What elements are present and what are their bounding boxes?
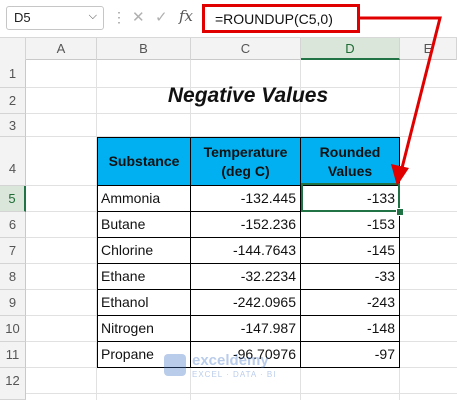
cell-temperature[interactable]: -242.0965	[190, 289, 301, 316]
column-header-c[interactable]: C	[191, 38, 301, 60]
cell-rounded[interactable]: -33	[300, 263, 400, 290]
watermark-logo: exceldemy EXCEL · DATA · BI	[164, 350, 284, 384]
header-temperature[interactable]: Temperature (deg C)	[190, 137, 301, 186]
grid-line	[26, 393, 457, 394]
column-header-a[interactable]: A	[26, 38, 97, 60]
cell-rounded[interactable]: -97	[300, 341, 400, 368]
insert-function-icon[interactable]: fx	[179, 7, 193, 25]
more-options-icon[interactable]: ⋮	[112, 9, 126, 26]
row-header-11[interactable]: 11	[0, 342, 26, 368]
column-header-b[interactable]: B	[97, 38, 191, 60]
cell-rounded[interactable]: -148	[300, 315, 400, 342]
cell-temperature[interactable]: -32.2234	[190, 263, 301, 290]
row-header-2[interactable]: 2	[0, 88, 26, 114]
watermark-name: exceldemy	[192, 352, 269, 369]
cell-rounded[interactable]: -243	[300, 289, 400, 316]
formula-text: =ROUNDUP(C5,0)	[215, 11, 333, 27]
check-icon[interactable]: ✓	[155, 8, 168, 26]
cell-temperature[interactable]: -144.7643	[190, 237, 301, 264]
cell-substance[interactable]: Butane	[97, 211, 191, 238]
cell-substance[interactable]: Nitrogen	[97, 315, 191, 342]
formula-bar: D5 ⌵ ⋮ ✕ ✓ fx =ROUNDUP(C5,0)	[0, 0, 457, 38]
name-box[interactable]: D5 ⌵	[6, 6, 104, 30]
row-header-1[interactable]: 1	[0, 60, 26, 88]
exceldemy-logo-icon	[164, 354, 186, 376]
header-substance[interactable]: Substance	[97, 137, 191, 186]
cell-substance[interactable]: Ethane	[97, 263, 191, 290]
cell-substance[interactable]: Ammonia	[97, 185, 191, 212]
row-header-7[interactable]: 7	[0, 238, 26, 264]
cancel-icon[interactable]: ✕	[132, 8, 145, 26]
active-cell-outline[interactable]	[301, 183, 400, 212]
row-header-8[interactable]: 8	[0, 264, 26, 290]
grid-line	[26, 113, 457, 114]
select-all-corner[interactable]	[0, 38, 26, 60]
row-header-3[interactable]: 3	[0, 114, 26, 137]
cell-temperature[interactable]: -147.987	[190, 315, 301, 342]
formula-actions: ✕ ✓ fx	[126, 6, 198, 30]
row-header-12[interactable]: 12	[0, 368, 26, 400]
row-header-9[interactable]: 9	[0, 290, 26, 316]
column-header-e[interactable]: E	[400, 38, 457, 60]
column-header-bar: A B C D E	[0, 38, 457, 60]
formula-input[interactable]: =ROUNDUP(C5,0)	[202, 4, 360, 33]
cell-rounded[interactable]: -145	[300, 237, 400, 264]
row-header-6[interactable]: 6	[0, 212, 26, 238]
row-header-10[interactable]: 10	[0, 316, 26, 342]
cell-temperature[interactable]: -152.236	[190, 211, 301, 238]
cell-substance[interactable]: Chlorine	[97, 237, 191, 264]
sheet-title: Negative Values	[167, 84, 329, 107]
cell-rounded[interactable]: -153	[300, 211, 400, 238]
row-header-4[interactable]: 4	[0, 137, 26, 186]
row-header-5[interactable]: 5	[0, 186, 26, 212]
column-header-d[interactable]: D	[301, 38, 400, 60]
header-rounded-values[interactable]: Rounded Values	[300, 137, 400, 186]
chevron-down-icon[interactable]: ⌵	[89, 10, 97, 23]
watermark-tagline: EXCEL · DATA · BI	[192, 370, 277, 379]
fill-handle[interactable]	[396, 208, 404, 216]
cell-substance[interactable]: Ethanol	[97, 289, 191, 316]
cell-temperature[interactable]: -132.445	[190, 185, 301, 212]
name-box-value: D5	[14, 10, 31, 25]
